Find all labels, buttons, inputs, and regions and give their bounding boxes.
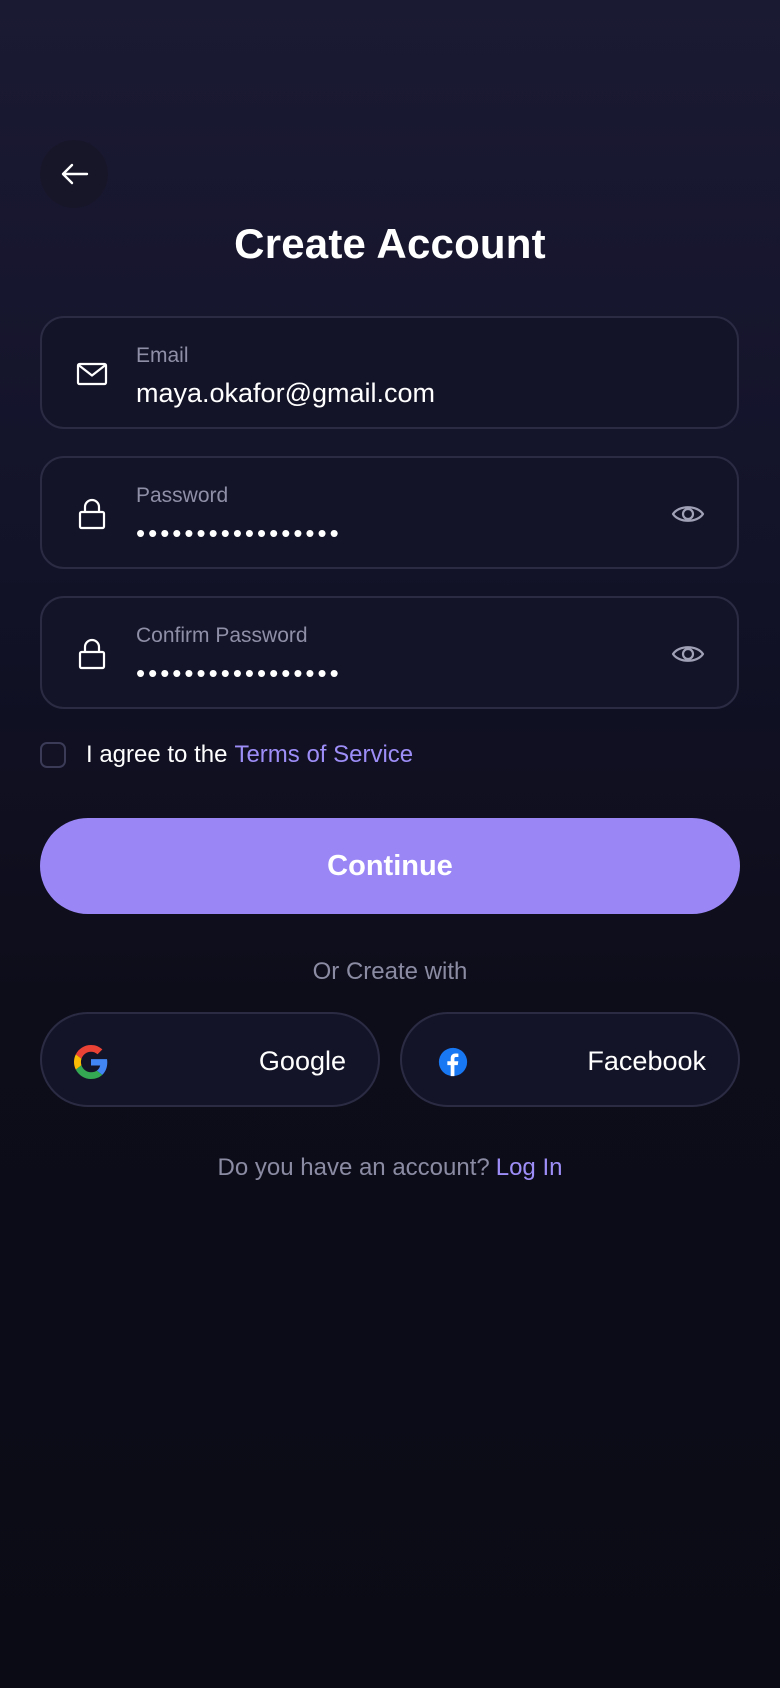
lock-icon: [76, 498, 108, 530]
lock-icon: [76, 638, 108, 670]
eye-icon[interactable]: [671, 638, 705, 670]
password-label: Password: [136, 484, 229, 507]
facebook-icon: [438, 1047, 468, 1077]
facebook-label: Facebook: [587, 1046, 706, 1076]
login-link[interactable]: Log In: [496, 1154, 563, 1181]
terms-text: I agree to the: [86, 741, 228, 768]
continue-button[interactable]: Continue: [40, 818, 740, 914]
eye-icon[interactable]: [671, 498, 705, 530]
back-button[interactable]: [40, 140, 108, 208]
google-label: Google: [258, 1046, 346, 1076]
confirm-password-field[interactable]: Confirm Password •••••••••••••••••: [40, 596, 739, 709]
google-icon: [74, 1045, 108, 1079]
arrow-left-icon: [61, 163, 89, 185]
email-label: Email: [136, 344, 189, 367]
google-button[interactable]: Google: [40, 1012, 380, 1107]
page-title: Create Account: [234, 220, 546, 267]
terms-of-service-link[interactable]: Terms of Service: [234, 741, 413, 769]
terms-checkbox[interactable]: [40, 742, 66, 768]
password-input[interactable]: •••••••••••••••••: [136, 518, 656, 549]
login-question: Do you have an account?: [217, 1154, 490, 1181]
mail-icon: [76, 358, 108, 390]
terms-row: I agree to the Terms of Service: [40, 740, 413, 770]
email-input[interactable]: [136, 378, 656, 409]
confirm-password-input[interactable]: •••••••••••••••••: [136, 658, 656, 689]
email-field[interactable]: Email: [40, 316, 739, 429]
or-create-with-label: Or Create with: [312, 958, 468, 985]
password-field[interactable]: Password •••••••••••••••••: [40, 456, 739, 569]
facebook-button[interactable]: Facebook: [400, 1012, 740, 1107]
confirm-password-label: Confirm Password: [136, 624, 308, 647]
login-prompt: Do you have an account? Log In: [0, 1154, 780, 1182]
create-account-screen: Create Account Email Password ••••••••••…: [0, 0, 780, 1688]
